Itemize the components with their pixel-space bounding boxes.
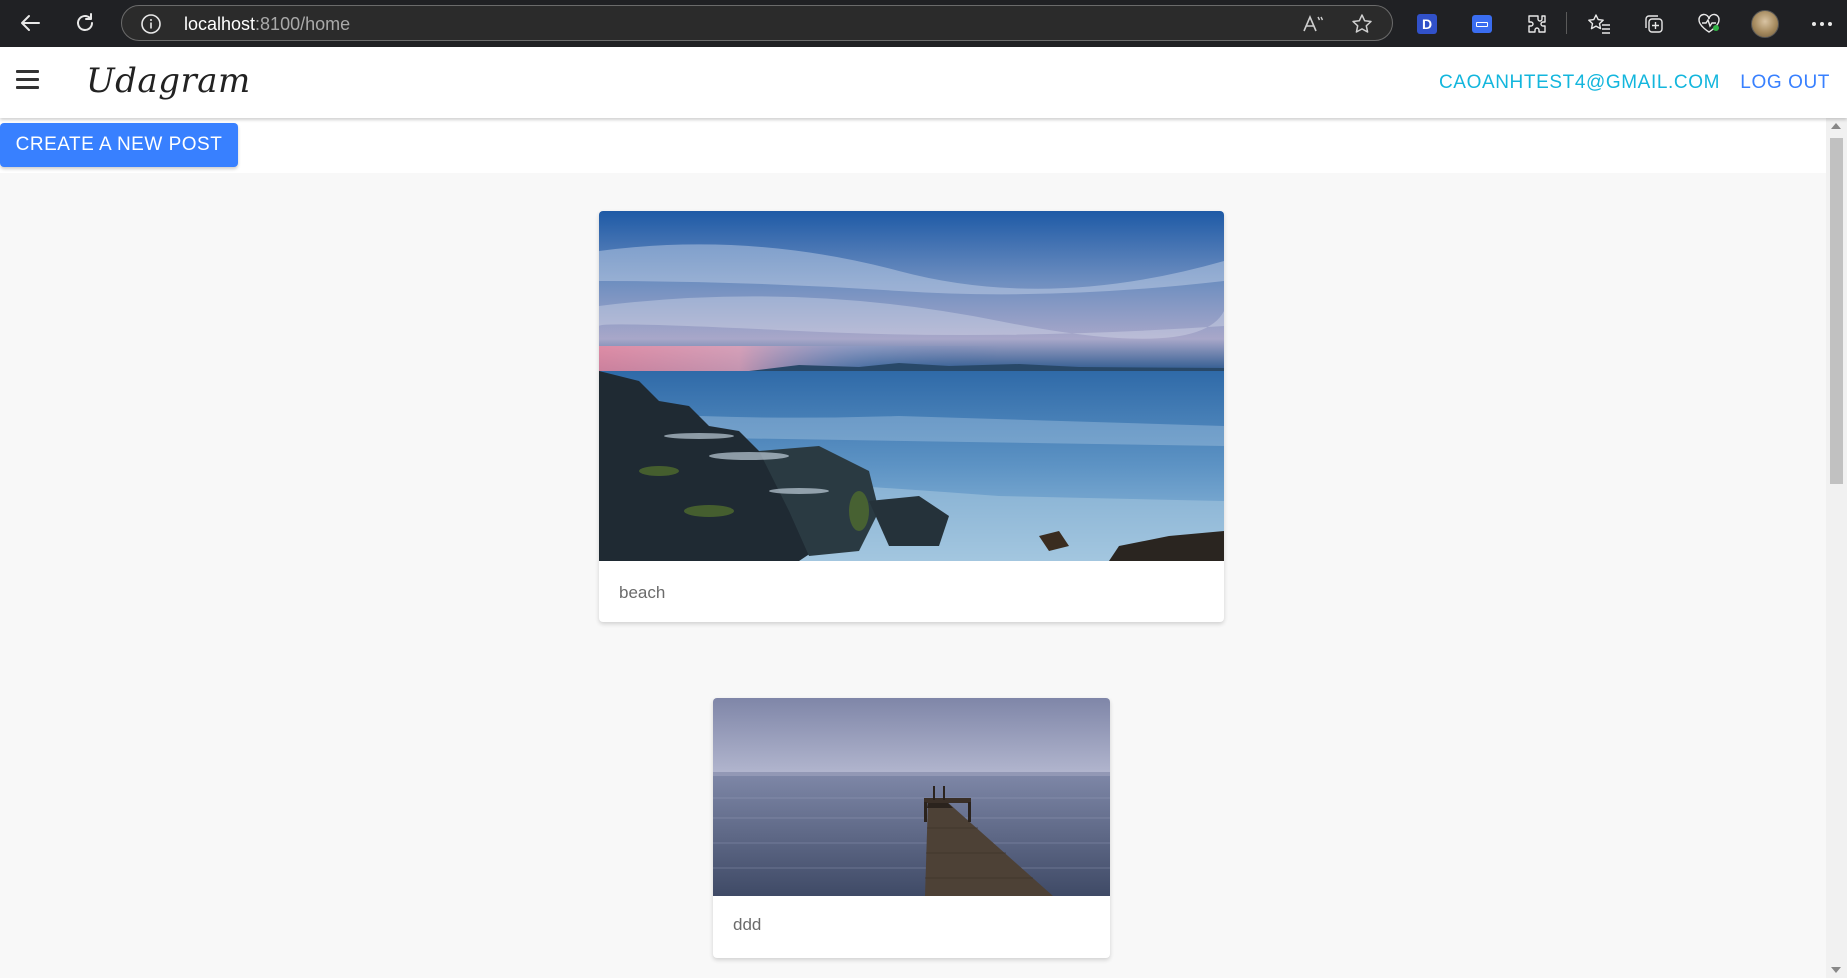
- refresh-icon[interactable]: [70, 8, 100, 38]
- extension-d-icon[interactable]: D: [1413, 10, 1441, 38]
- url-path: :8100/home: [255, 14, 351, 34]
- post-caption: beach: [619, 583, 666, 602]
- post-image: [713, 698, 1110, 896]
- post-caption: ddd: [733, 915, 762, 934]
- scroll-down-arrow-icon[interactable]: [1831, 967, 1841, 973]
- extension-d-label: D: [1417, 14, 1437, 34]
- url-text[interactable]: localhost:8100/home: [184, 14, 350, 35]
- more-icon[interactable]: [1808, 10, 1836, 38]
- app-title: Udagram: [86, 61, 251, 101]
- toolbar-divider: [1566, 12, 1567, 34]
- extension-keyboard-icon[interactable]: [1468, 10, 1496, 38]
- create-post-bar: CREATE A NEW POST: [0, 118, 1826, 173]
- scroll-up-arrow-icon[interactable]: [1831, 123, 1841, 129]
- favorite-star-icon[interactable]: [1351, 13, 1373, 35]
- user-email-button[interactable]: CAOANHTEST4@GMAIL.COM: [1439, 72, 1720, 94]
- hamburger-menu-icon[interactable]: [16, 70, 44, 94]
- extensions-icon[interactable]: [1523, 10, 1551, 38]
- browser-toolbar: localhost:8100/home D: [0, 0, 1847, 47]
- profile-avatar[interactable]: [1751, 10, 1779, 38]
- address-bar[interactable]: localhost:8100/home: [121, 5, 1393, 41]
- favorites-icon[interactable]: [1585, 10, 1613, 38]
- back-arrow-icon[interactable]: [15, 8, 45, 38]
- page-scrollbar[interactable]: [1826, 118, 1847, 978]
- collections-icon[interactable]: [1640, 10, 1668, 38]
- info-icon[interactable]: [140, 13, 162, 40]
- logout-button[interactable]: LOG OUT: [1740, 72, 1830, 94]
- create-post-button[interactable]: CREATE A NEW POST: [0, 123, 238, 167]
- main-content: CREATE A NEW POST beach ddd: [0, 118, 1826, 978]
- read-aloud-icon[interactable]: [1302, 13, 1324, 35]
- post-image: [599, 211, 1224, 561]
- post-card[interactable]: ddd: [713, 698, 1110, 958]
- app-header: Udagram CAOANHTEST4@GMAIL.COM LOG OUT: [0, 47, 1847, 118]
- post-card[interactable]: beach: [599, 211, 1224, 622]
- url-host: localhost: [184, 14, 256, 34]
- scroll-thumb[interactable]: [1830, 138, 1843, 484]
- browser-essentials-icon[interactable]: [1695, 10, 1723, 38]
